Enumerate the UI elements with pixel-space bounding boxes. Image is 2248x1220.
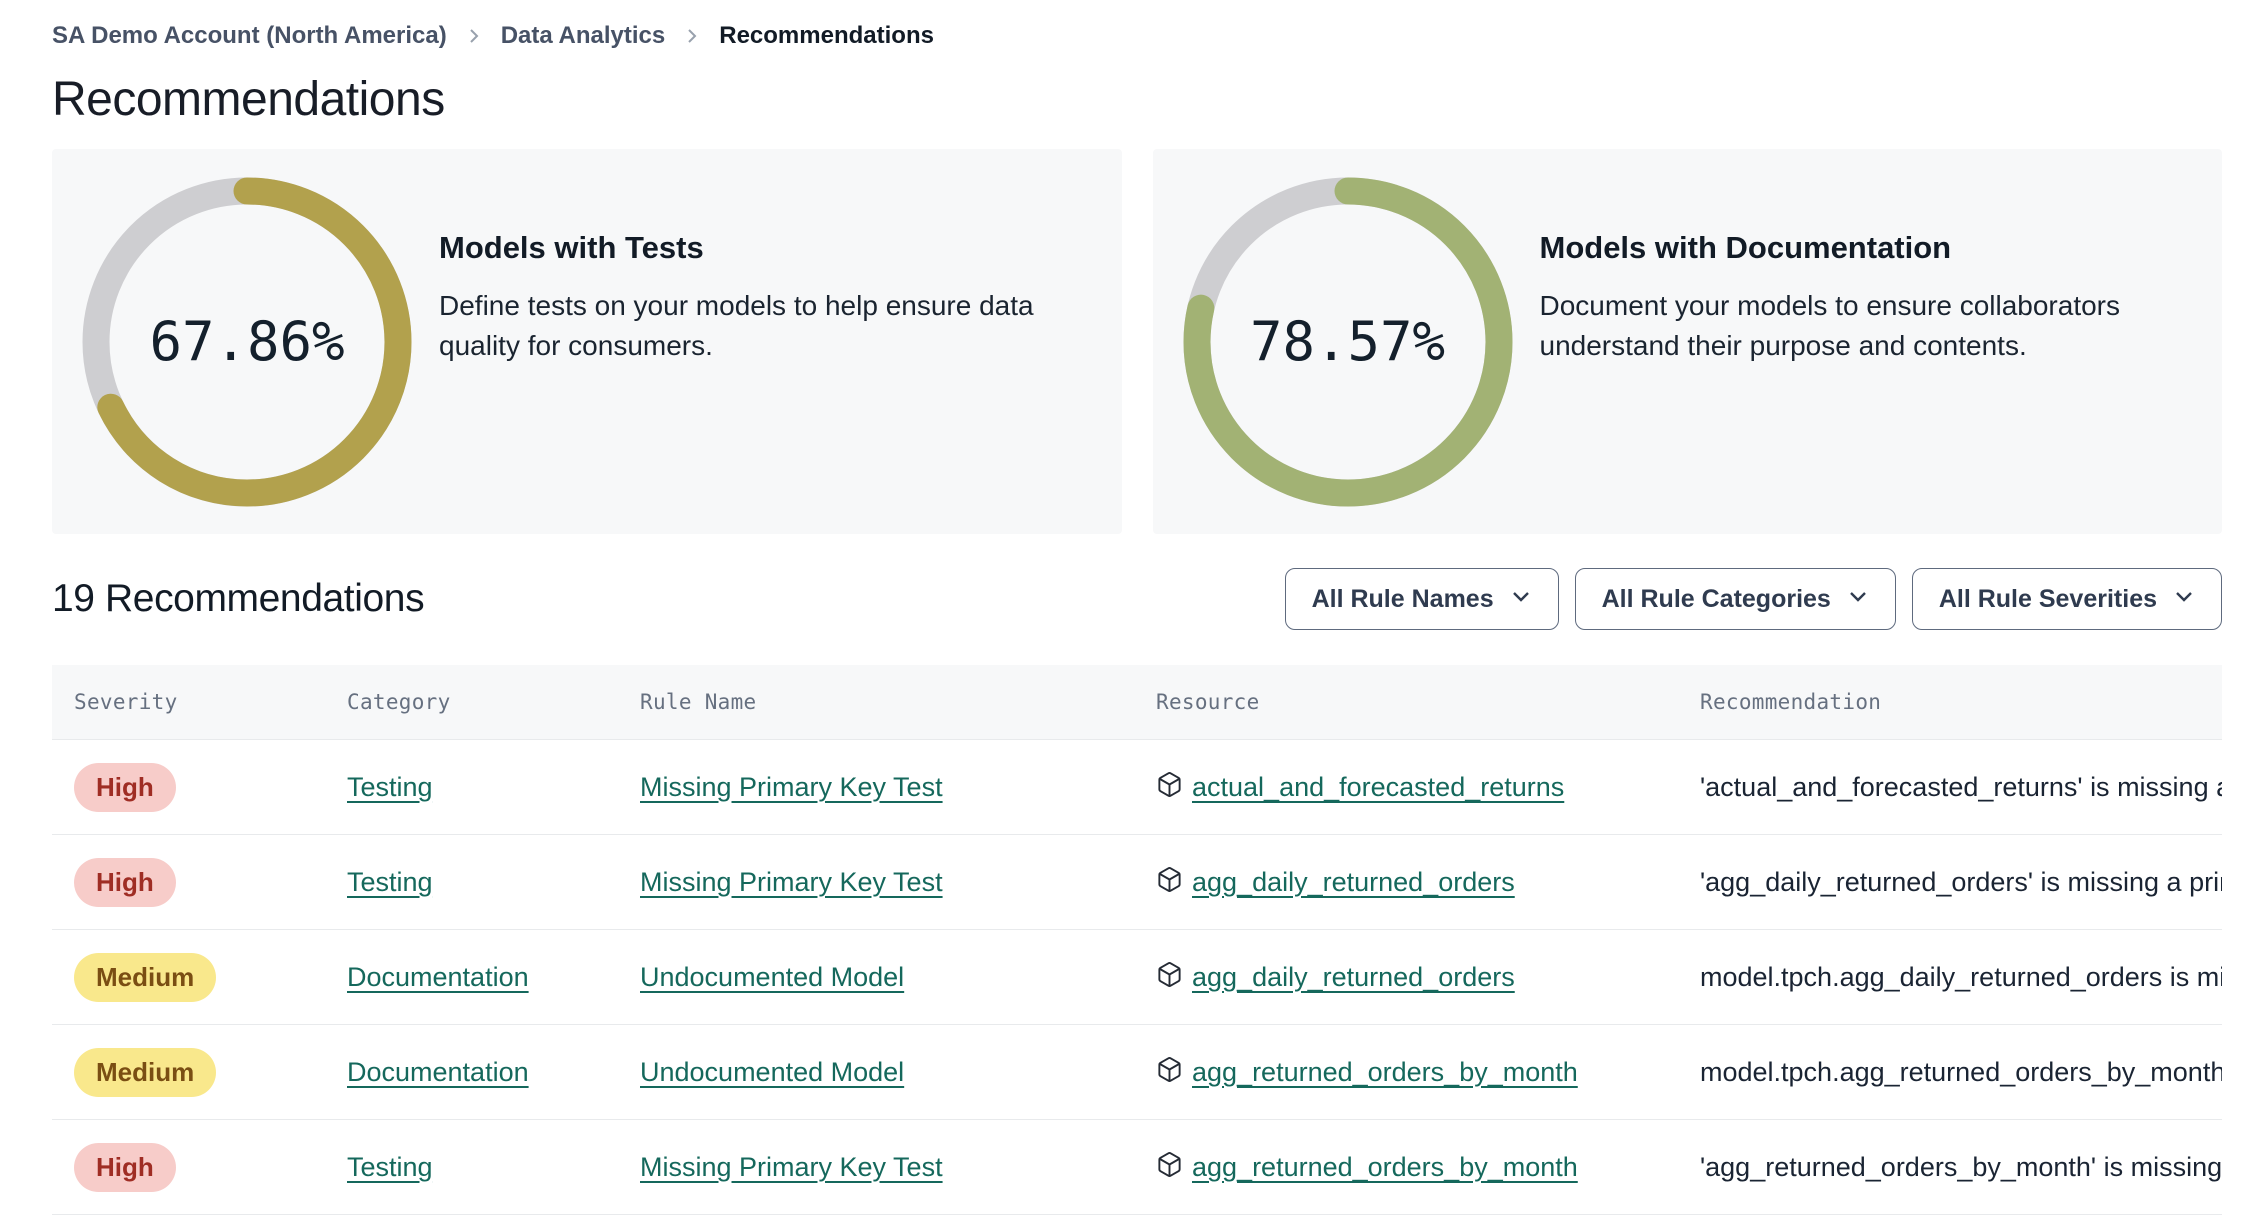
chevron-right-icon [683, 27, 701, 45]
documentation-percent-label: 78.57% [1249, 310, 1446, 373]
severity-badge: High [74, 762, 176, 812]
breadcrumb-account[interactable]: SA Demo Account (North America) [52, 22, 447, 50]
model-cube-icon [1156, 1151, 1183, 1183]
rule-severities-filter-dropdown[interactable]: All Rule Severities [1911, 568, 2222, 630]
chevron-down-icon [1510, 585, 1532, 614]
recommendation-text: 'agg_returned_orders_by_month' is missin… [1700, 1151, 2222, 1182]
filter-label: All Rule Severities [1938, 584, 2157, 613]
model-cube-icon [1156, 1056, 1183, 1088]
column-header-severity: Severity [74, 690, 178, 714]
resource-link[interactable]: actual_and_forecasted_returns [1192, 772, 1564, 803]
model-cube-icon [1156, 961, 1183, 993]
filter-bar: All Rule Names All Rule Categories All R… [1284, 568, 2222, 630]
column-header-rule-name: Rule Name [640, 690, 757, 714]
table-row: Medium Documentation Undocumented Model … [52, 1025, 2222, 1120]
category-link[interactable]: Testing [347, 772, 433, 802]
recommendation-text: 'actual_and_forecasted_returns' is missi… [1700, 771, 2222, 802]
recommendations-table: Severity Category Rule Name Resource Rec… [52, 665, 2222, 1215]
breadcrumb: SA Demo Account (North America) Data Ana… [52, 22, 2222, 50]
column-header-resource: Resource [1156, 690, 1260, 714]
table-row: High Testing Missing Primary Key Test ag… [52, 835, 2222, 930]
resource-link[interactable]: agg_daily_returned_orders [1192, 962, 1515, 993]
category-link[interactable]: Documentation [347, 962, 529, 992]
chevron-down-icon [2173, 585, 2195, 614]
models-with-documentation-card: 78.57% Models with Documentation Documen… [1152, 149, 2222, 534]
table-body: High Testing Missing Primary Key Test ac… [52, 740, 2222, 1215]
category-link[interactable]: Testing [347, 867, 433, 897]
tests-donut-chart: 67.86% [82, 177, 412, 507]
breadcrumb-project[interactable]: Data Analytics [501, 22, 666, 50]
filter-label: All Rule Categories [1601, 584, 1831, 613]
chevron-right-icon [465, 27, 483, 45]
severity-badge: Medium [74, 1047, 217, 1097]
rule-name-link[interactable]: Missing Primary Key Test [640, 867, 943, 897]
summary-cards: 67.86% Models with Tests Define tests on… [52, 149, 2222, 534]
severity-badge: High [74, 1142, 176, 1192]
rule-categories-filter-dropdown[interactable]: All Rule Categories [1574, 568, 1896, 630]
table-row: High Testing Missing Primary Key Test ag… [52, 1120, 2222, 1215]
category-link[interactable]: Documentation [347, 1057, 529, 1087]
chevron-down-icon [1847, 585, 1869, 614]
resource-link[interactable]: agg_returned_orders_by_month [1192, 1152, 1578, 1183]
rule-name-link[interactable]: Undocumented Model [640, 1057, 904, 1087]
rule-name-link[interactable]: Undocumented Model [640, 962, 904, 992]
column-header-recommendation: Recommendation [1700, 690, 1882, 714]
recommendation-text: model.tpch.agg_returned_orders_by_month … [1700, 1056, 2222, 1087]
documentation-donut-chart: 78.57% [1183, 177, 1513, 507]
recommendations-count-title: 19 Recommendations [52, 577, 425, 620]
severity-badge: Medium [74, 952, 217, 1002]
card-description: Document your models to ensure collabora… [1539, 289, 2121, 361]
recommendations-page: SA Demo Account (North America) Data Ana… [0, 0, 2248, 1215]
category-link[interactable]: Testing [347, 1152, 433, 1182]
table-header-row: Severity Category Rule Name Resource Rec… [52, 665, 2222, 740]
model-cube-icon [1156, 866, 1183, 898]
card-title: Models with Documentation [1539, 229, 1952, 265]
model-cube-icon [1156, 771, 1183, 803]
recommendation-text: 'agg_daily_returned_orders' is missing a… [1700, 866, 2222, 897]
page-title: Recommendations [52, 73, 445, 126]
rule-name-link[interactable]: Missing Primary Key Test [640, 1152, 943, 1182]
column-header-category: Category [347, 690, 451, 714]
table-row: High Testing Missing Primary Key Test ac… [52, 740, 2222, 835]
severity-badge: High [74, 857, 176, 907]
card-title: Models with Tests [439, 229, 704, 265]
resource-link[interactable]: agg_daily_returned_orders [1192, 867, 1515, 898]
rule-names-filter-dropdown[interactable]: All Rule Names [1284, 568, 1559, 630]
resource-link[interactable]: agg_returned_orders_by_month [1192, 1057, 1578, 1088]
models-with-tests-card: 67.86% Models with Tests Define tests on… [52, 149, 1122, 534]
tests-percent-label: 67.86% [149, 310, 345, 373]
table-row: Medium Documentation Undocumented Model … [52, 930, 2222, 1025]
card-description: Define tests on your models to help ensu… [439, 289, 1034, 361]
breadcrumb-current: Recommendations [719, 22, 934, 49]
recommendation-text: model.tpch.agg_daily_returned_orders is … [1700, 961, 2222, 992]
filter-label: All Rule Names [1311, 584, 1494, 613]
rule-name-link[interactable]: Missing Primary Key Test [640, 772, 943, 802]
